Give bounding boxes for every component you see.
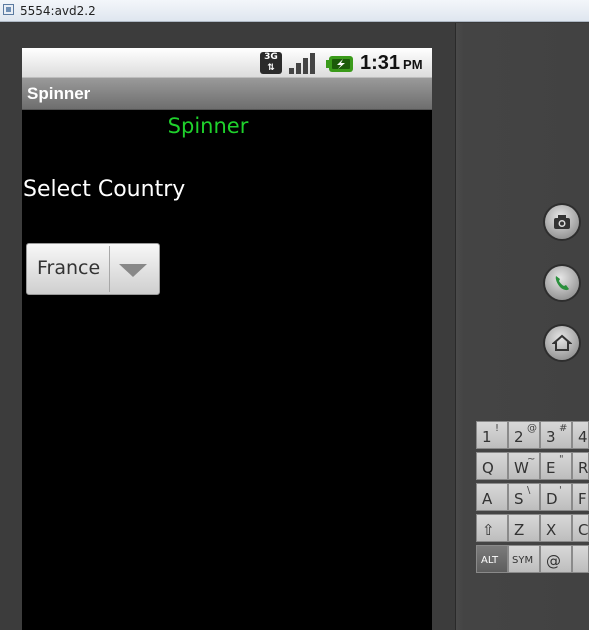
key-space[interactable] xyxy=(572,545,589,573)
page-heading: Spinner xyxy=(167,114,249,138)
key-a[interactable]: A xyxy=(476,483,508,511)
network-type-label: 3G xyxy=(264,52,278,62)
key-z[interactable]: Z xyxy=(508,514,540,542)
key-2[interactable]: 2 @ xyxy=(508,421,540,449)
key-4[interactable]: 4 xyxy=(572,421,589,449)
key-at[interactable]: @ xyxy=(540,545,572,573)
window-titlebar: 5554:avd2.2 xyxy=(0,0,589,22)
key-r[interactable]: R xyxy=(572,452,589,480)
status-bar: 3G ⇅ 1:31 PM xyxy=(22,48,432,78)
call-icon xyxy=(555,276,569,291)
call-button[interactable] xyxy=(545,266,579,300)
key-sym[interactable]: SYM xyxy=(508,545,540,573)
key-1[interactable]: 1! xyxy=(476,421,508,449)
camera-button[interactable] xyxy=(545,205,579,239)
key-e[interactable]: E " xyxy=(540,452,572,480)
key-w[interactable]: W ~ xyxy=(508,452,540,480)
key-f[interactable]: F xyxy=(572,483,589,511)
battery-charging-icon xyxy=(326,56,353,72)
key-s[interactable]: S \ xyxy=(508,483,540,511)
spinner-selected-value: France xyxy=(37,257,101,279)
network-3g-icon: 3G ⇅ xyxy=(260,52,282,74)
clock-ampm: PM xyxy=(403,57,423,72)
key-c[interactable]: C xyxy=(572,514,589,542)
key-d[interactable]: D ' xyxy=(540,483,572,511)
country-spinner[interactable]: France xyxy=(26,243,160,295)
status-clock: 1:31 PM xyxy=(360,52,423,75)
key-shift[interactable]: ⇧ xyxy=(476,514,508,542)
signal-strength-icon xyxy=(289,53,315,74)
key-alt[interactable]: ALT xyxy=(476,545,508,573)
home-icon xyxy=(552,334,572,351)
app-title-bar: Spinner xyxy=(22,78,432,110)
spinner-divider xyxy=(109,246,110,292)
phone-screen: 3G ⇅ 1:31 PM Spinner Spinner Select Count… xyxy=(22,48,432,630)
key-x[interactable]: X xyxy=(540,514,572,542)
select-country-label: Select Country xyxy=(23,177,186,202)
home-button[interactable] xyxy=(545,326,579,360)
camera-icon xyxy=(554,215,570,229)
hardware-keyboard: 1! 2 @ 3 # 4 Q W ~ E " R A S \ D ' F ⇧ Z X C A… xyxy=(476,421,589,576)
key-3[interactable]: 3 # xyxy=(540,421,572,449)
dropdown-arrow-icon[interactable] xyxy=(119,264,147,277)
key-q[interactable]: Q xyxy=(476,452,508,480)
clock-time: 1:31 xyxy=(360,52,401,74)
window-title: 5554:avd2.2 xyxy=(20,4,96,18)
emulator-window-icon xyxy=(3,4,14,15)
